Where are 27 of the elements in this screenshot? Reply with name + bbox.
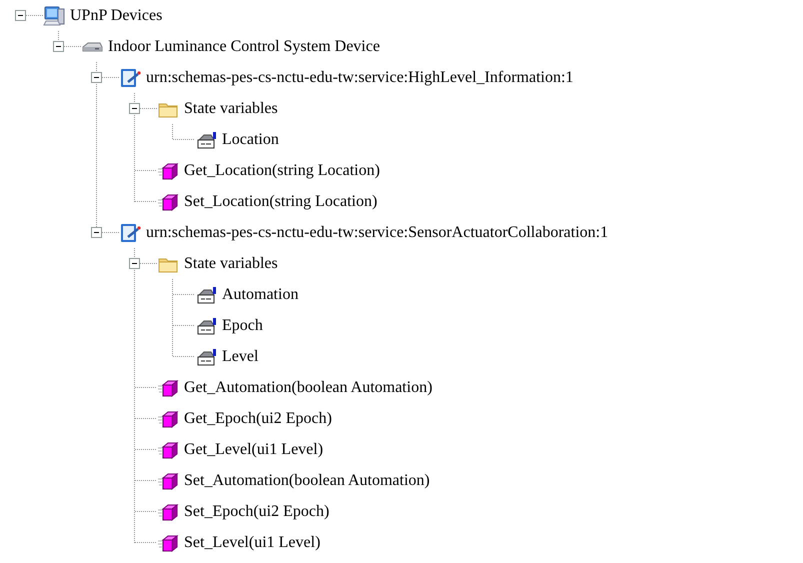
collapse-toggle[interactable] [91,72,102,83]
tree-item[interactable]: Set_Automation(boolean Automation) [184,472,430,490]
collapse-toggle[interactable] [129,258,140,269]
tree-item[interactable]: urn:schemas-pes-cs-nctu-edu-tw:service:SensorActuatorCollaboration:1 [146,224,608,242]
tree-item[interactable]: Get_Epoch(ui2 Epoch) [184,410,332,428]
tree-item[interactable]: Location [222,130,279,148]
tree-item[interactable]: Set_Location(string Location) [184,192,378,210]
collapse-toggle[interactable] [91,227,102,238]
tree-item[interactable]: Level [222,348,258,366]
tree-item[interactable]: Set_Level(ui1 Level) [184,534,320,552]
tree-item[interactable]: Get_Automation(boolean Automation) [184,378,432,396]
tree-item[interactable]: UPnP Devices [70,6,162,24]
collapse-toggle[interactable] [53,41,64,52]
tree-item[interactable]: Epoch [222,316,263,334]
tree-item[interactable]: Automation [222,286,298,304]
computer-icon [43,4,65,26]
document-pen-icon [119,222,141,244]
tree-item[interactable]: Indoor Luminance Control System Device [108,38,380,56]
tree-item[interactable]: Set_Epoch(ui2 Epoch) [184,502,330,520]
tree-item[interactable]: State variables [184,254,278,272]
tree-item[interactable]: urn:schemas-pes-cs-nctu-edu-tw:service:HighLevel_Information:1 [146,68,574,86]
collapse-toggle[interactable] [15,10,26,21]
tree-item[interactable]: Get_Location(string Location) [184,162,380,180]
collapse-toggle[interactable] [129,103,140,114]
tree-item[interactable]: Get_Level(ui1 Level) [184,440,324,458]
document-pen-icon [119,66,141,88]
tree-item[interactable]: State variables [184,100,278,118]
